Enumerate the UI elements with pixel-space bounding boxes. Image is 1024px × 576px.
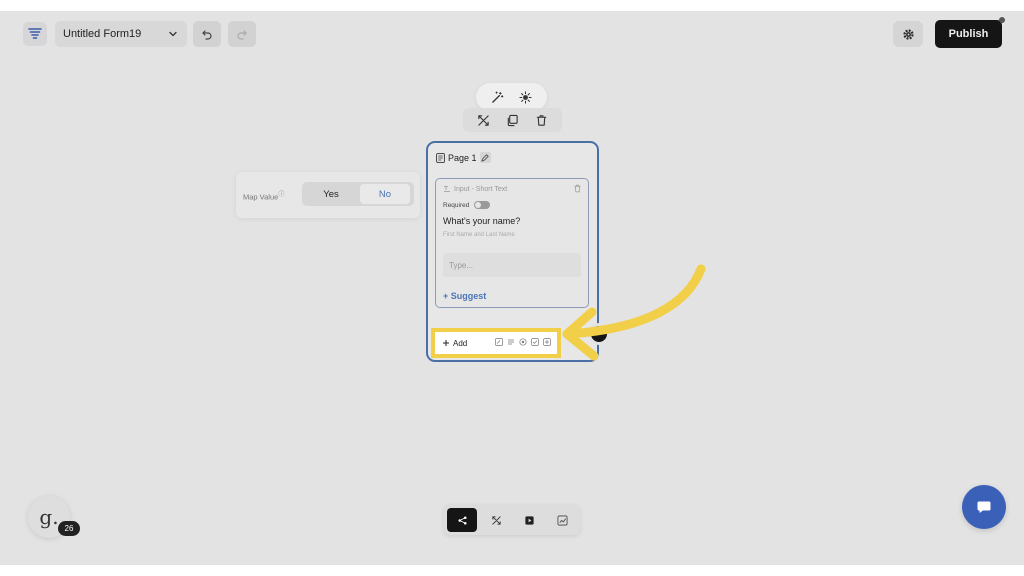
play-icon bbox=[524, 515, 534, 525]
chart-icon bbox=[557, 515, 567, 525]
canvas: Untitled Form19 Publish Map Valueⓘ Yes N… bbox=[0, 11, 1024, 565]
analytics-button[interactable] bbox=[547, 508, 577, 532]
logic-view-button[interactable] bbox=[481, 508, 511, 532]
preview-button[interactable] bbox=[514, 508, 544, 532]
bottom-toolbar bbox=[444, 505, 580, 535]
logic-icon bbox=[491, 515, 501, 525]
notification-badge: 26 bbox=[58, 521, 80, 536]
chat-bubble-icon bbox=[977, 501, 991, 513]
share-nodes-icon bbox=[457, 515, 467, 525]
flow-view-button[interactable] bbox=[447, 508, 477, 532]
arrow-annotation-icon bbox=[562, 264, 706, 361]
chat-support-button[interactable] bbox=[962, 485, 1006, 529]
